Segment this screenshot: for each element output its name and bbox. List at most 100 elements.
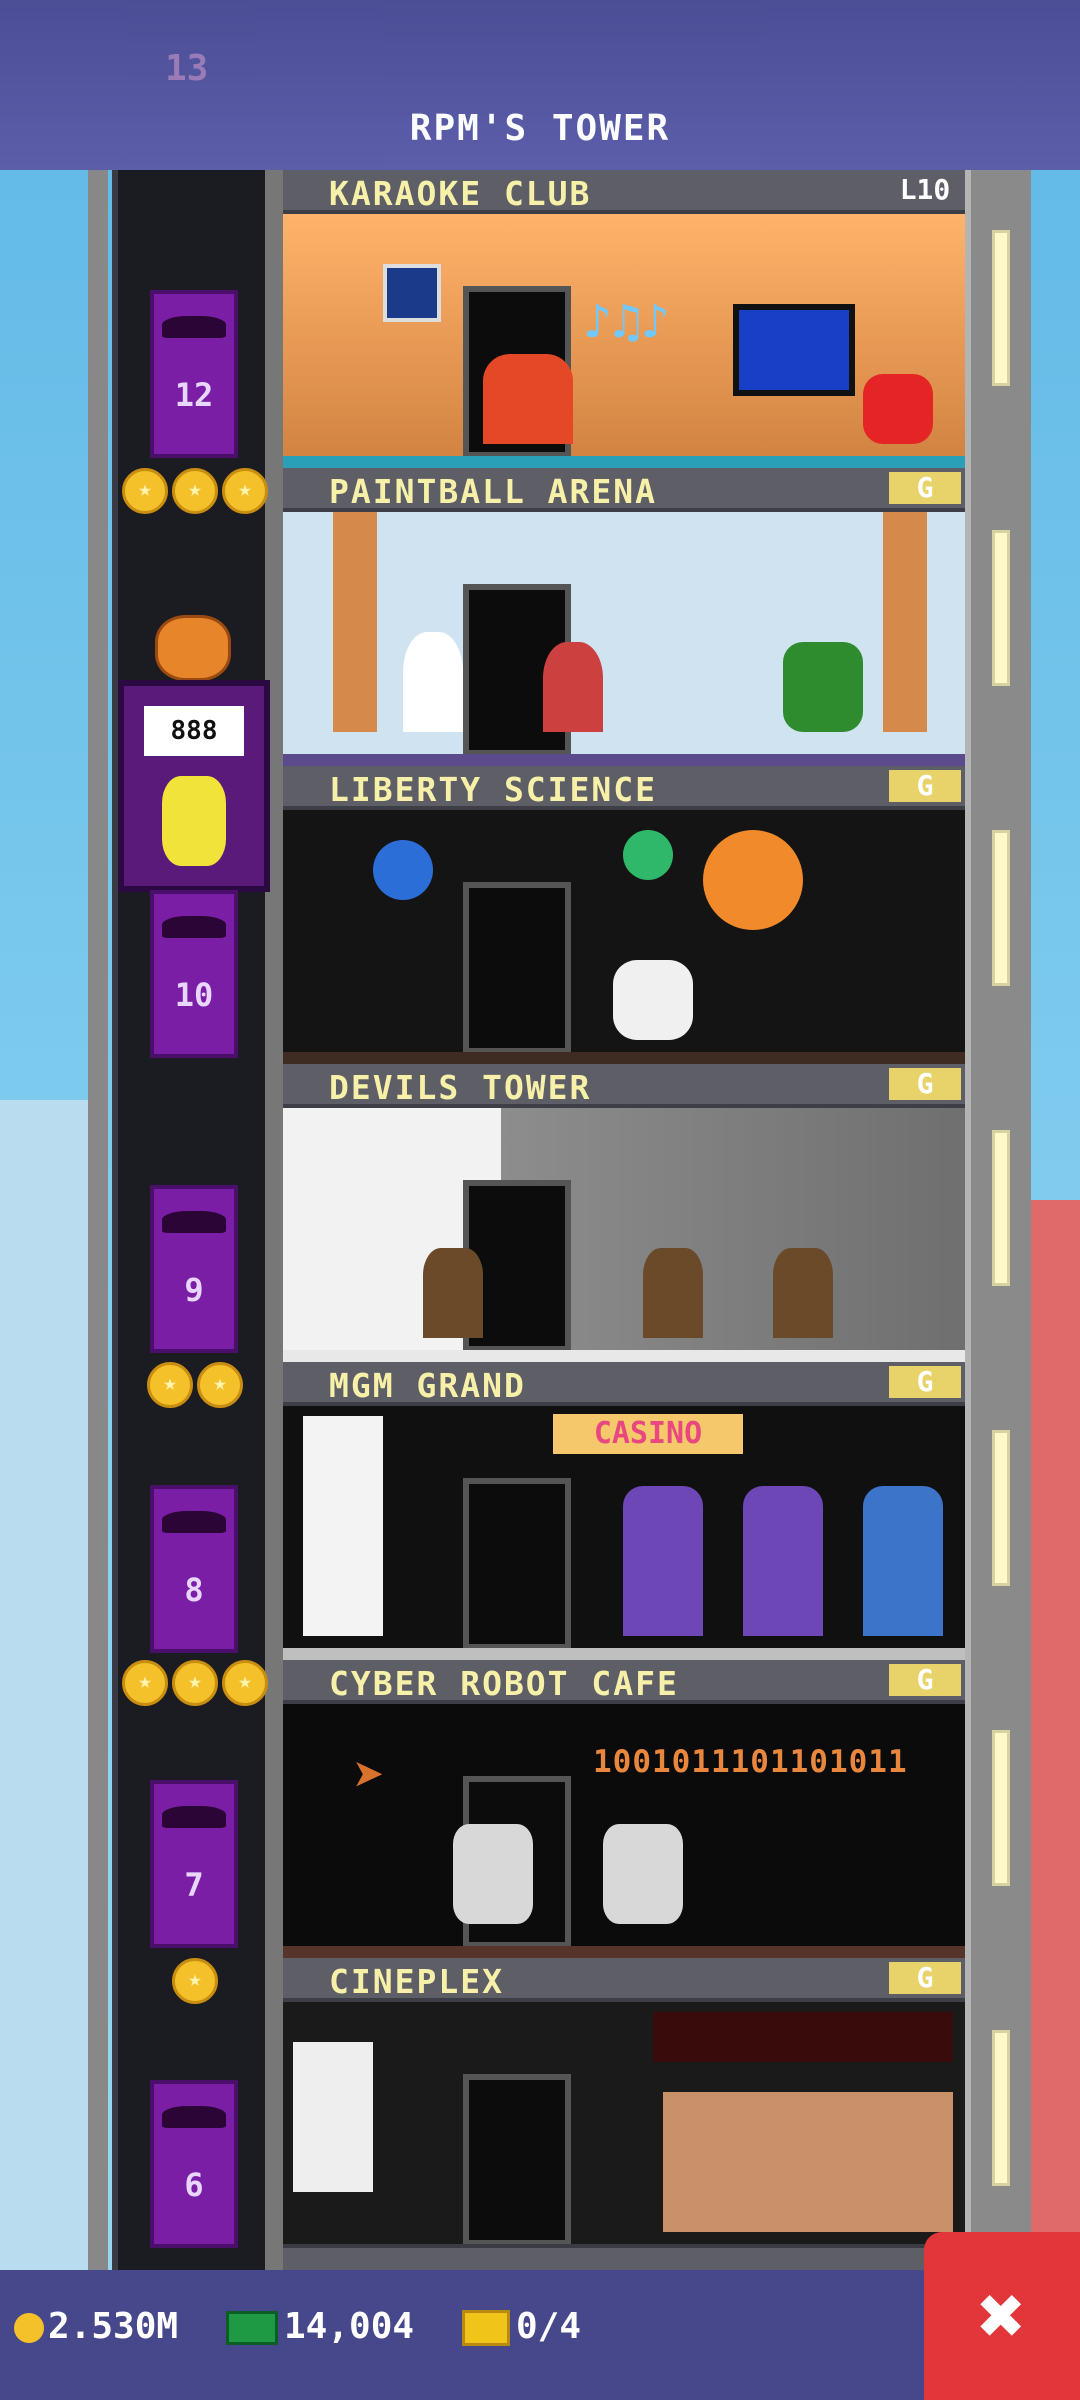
robot-character <box>603 1824 683 1924</box>
planet-saturn <box>703 830 803 930</box>
dinosaur-character <box>483 354 573 444</box>
floor-label-bar: KARAOKE CLUB L10 <box>283 170 965 214</box>
elevator-door-floor-12[interactable]: 12 <box>150 290 238 458</box>
pillar <box>333 512 377 732</box>
window-light <box>992 2030 1010 2186</box>
mime-character <box>403 632 463 732</box>
explorer-character <box>423 1248 483 1338</box>
window-light <box>992 1430 1010 1586</box>
floor-ground <box>283 1946 965 1958</box>
tickets-counter[interactable]: 0/4 <box>462 2306 581 2347</box>
coins-waiting[interactable]: ★ <box>120 1958 270 2004</box>
coin-icon[interactable]: ★ <box>172 1660 218 1706</box>
gold-badge: G <box>889 770 961 802</box>
coins-counter[interactable]: 2.530M <box>14 2306 178 2347</box>
showtimes-board <box>653 2012 953 2062</box>
astronaut-character <box>613 960 693 1040</box>
elevator-door-floor-8[interactable]: 8 <box>150 1485 238 1653</box>
red-couch <box>863 374 933 444</box>
gold-badge: G <box>889 472 961 504</box>
floor-name: KARAOKE CLUB <box>329 174 592 213</box>
upper-floor-number: 13 <box>165 48 209 89</box>
floor-devils-tower[interactable]: DEVILS TOWER G <box>283 1064 965 1362</box>
elevator-passenger <box>162 776 226 866</box>
floor-paintball-arena[interactable]: PAINTBALL ARENA G <box>283 468 965 766</box>
gold-badge: G <box>889 1962 961 1994</box>
player-character <box>543 642 603 732</box>
floor-name: CYBER ROBOT CAFE <box>329 1664 679 1703</box>
floor-label-bar: LIBERTY SCIENCE G <box>283 766 965 810</box>
bush-obstacle <box>783 642 863 732</box>
tower-bux-icon <box>226 2311 278 2345</box>
coin-icon[interactable]: ★ <box>222 468 268 514</box>
coins-waiting[interactable]: ★ ★ ★ <box>120 468 270 514</box>
climber-character <box>643 1248 703 1338</box>
floor-karaoke-club[interactable]: KARAOKE CLUB L10 ♪♫♪ <box>283 170 965 468</box>
elevator-door-floor-7[interactable]: 7 <box>150 1780 238 1948</box>
cursor-icon: ➤ <box>353 1744 386 1807</box>
binary-wall-text: 1001011101101011 <box>593 1744 908 1780</box>
bux-value: 14,004 <box>284 2306 415 2347</box>
floor-name: CINEPLEX <box>329 1962 504 2001</box>
bat-icon <box>162 916 226 938</box>
coin-icon[interactable]: ★ <box>147 1362 193 1408</box>
coin-icon[interactable]: ★ <box>222 1660 268 1706</box>
floor-ground <box>283 1350 965 1362</box>
elevator-floor-number: 8 <box>184 1571 204 1609</box>
tickets-value: 0/4 <box>516 2306 582 2347</box>
window-light <box>992 830 1010 986</box>
floor-ground <box>283 754 965 766</box>
status-bar: 2.530M 14,004 0/4 <box>0 2270 1080 2400</box>
coin-icon[interactable]: ★ <box>122 468 168 514</box>
background-building-left <box>0 1100 95 2300</box>
floor-name: MGM GRAND <box>329 1366 526 1405</box>
coins-waiting[interactable]: ★ ★ ★ <box>120 1660 270 1706</box>
window-light <box>992 230 1010 386</box>
elevator-car[interactable]: 888 <box>118 680 270 892</box>
coins-waiting[interactable]: ★ ★ <box>120 1362 270 1408</box>
floor-name: PAINTBALL ARENA <box>329 472 658 511</box>
casino-sign: CASINO <box>553 1414 743 1454</box>
cinema-scene <box>283 2002 965 2256</box>
slot-machine <box>863 1486 943 1636</box>
elevator-floor-number: 7 <box>184 1866 204 1904</box>
coin-icon[interactable]: ★ <box>172 1958 218 2004</box>
slot-machine <box>623 1486 703 1636</box>
coin-icon[interactable]: ★ <box>122 1660 168 1706</box>
floor-level-badge: L10 <box>899 173 951 206</box>
shaft-frame <box>88 170 108 2270</box>
elevator-floor-number: 9 <box>184 1271 204 1309</box>
floor-liberty-science[interactable]: LIBERTY SCIENCE G <box>283 766 965 1064</box>
elevator-door-floor-10[interactable]: 10 <box>150 890 238 1058</box>
coin-icon[interactable]: ★ <box>172 468 218 514</box>
floor-label-bar: MGM GRAND G <box>283 1362 965 1406</box>
floor-mgm-grand[interactable]: MGM GRAND G CASINO <box>283 1362 965 1660</box>
paintball-scene <box>283 512 965 766</box>
floor-cyber-robot-cafe[interactable]: CYBER ROBOT CAFE G ➤ 1001011101101011 <box>283 1660 965 1958</box>
movie-poster <box>293 2042 373 2192</box>
elevator-display: 888 <box>144 706 244 756</box>
golden-ticket-icon <box>462 2310 510 2346</box>
bux-counter[interactable]: 14,004 <box>226 2306 414 2347</box>
elevator-floor-number: 10 <box>174 976 214 1014</box>
elevator-door-floor-9[interactable]: 9 <box>150 1185 238 1353</box>
floor-label-bar: DEVILS TOWER G <box>283 1064 965 1108</box>
wall-sign <box>383 264 441 322</box>
elevator-door-floor-6[interactable]: 6 <box>150 2080 238 2248</box>
karaoke-scene: ♪♫♪ <box>283 214 965 468</box>
gold-badge: G <box>889 1366 961 1398</box>
climber-character <box>773 1248 833 1338</box>
close-button[interactable]: ✖ <box>924 2232 1080 2400</box>
floor-cineplex[interactable]: CINEPLEX G <box>283 1958 965 2256</box>
karaoke-screen <box>733 304 855 396</box>
planet-blue <box>373 840 433 900</box>
floor-door <box>463 1478 571 1650</box>
floor-name: LIBERTY SCIENCE <box>329 770 658 809</box>
coin-icon <box>14 2313 44 2343</box>
coin-icon[interactable]: ★ <box>197 1362 243 1408</box>
window-light <box>992 530 1010 686</box>
floor-door <box>463 882 571 1054</box>
ticket-counter <box>663 2092 953 2232</box>
music-notes-icon: ♪♫♪ <box>583 294 670 350</box>
science-scene <box>283 810 965 1064</box>
